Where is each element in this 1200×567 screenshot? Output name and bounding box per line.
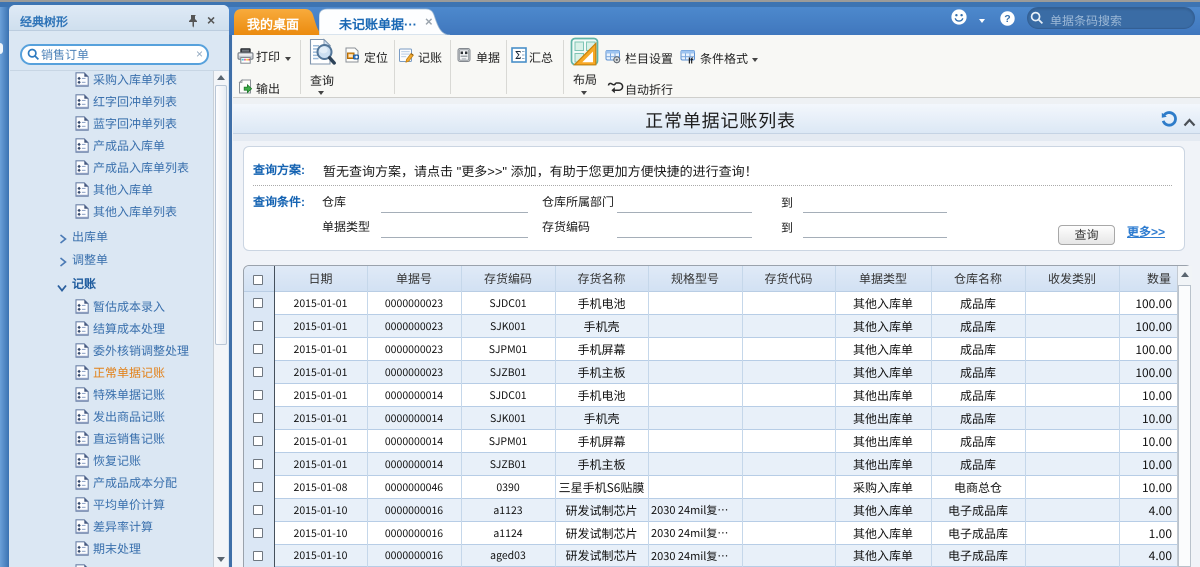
svg-text:If: If	[688, 56, 693, 64]
svg-text:?: ?	[1004, 13, 1010, 25]
